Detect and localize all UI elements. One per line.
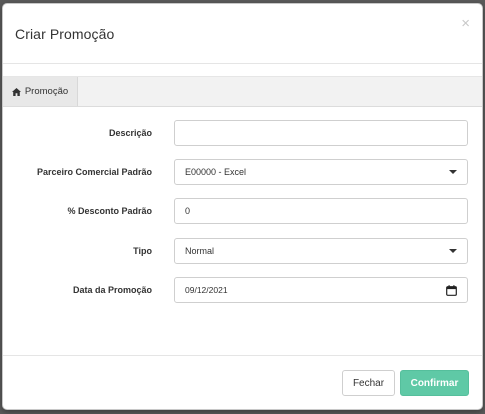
- tab-label: Promoção: [24, 86, 69, 97]
- descricao-input[interactable]: [174, 120, 468, 146]
- tipo-row: Tipo Normal: [3, 238, 482, 266]
- desconto-row: % Desconto Padrão: [3, 198, 482, 226]
- data-input[interactable]: 09/12/2021: [174, 277, 468, 303]
- caret-down-icon: [449, 249, 457, 253]
- confirm-button[interactable]: Confirmar: [400, 370, 469, 396]
- parceiro-row: Parceiro Comercial Padrão E00000 - Excel: [3, 159, 482, 187]
- modal-header: Criar Promoção ×: [3, 4, 482, 64]
- data-value: 09/12/2021: [185, 285, 228, 295]
- close-button[interactable]: Fechar: [342, 370, 395, 396]
- parceiro-value: E00000 - Excel: [185, 167, 247, 177]
- descricao-label: Descrição: [108, 128, 152, 138]
- data-label: Data da Promoção: [72, 285, 152, 295]
- create-promotion-modal: Criar Promoção × Promoção Descrição Parc…: [2, 3, 483, 410]
- data-row: Data da Promoção 09/12/2021: [3, 277, 482, 305]
- tipo-label: Tipo: [133, 246, 152, 256]
- tab-bar: Promoção: [3, 76, 482, 107]
- desconto-input[interactable]: [174, 198, 468, 224]
- tab-promocao[interactable]: Promoção: [3, 77, 78, 106]
- parceiro-label: Parceiro Comercial Padrão: [36, 167, 152, 177]
- calendar-icon[interactable]: [446, 284, 457, 296]
- descricao-row: Descrição: [3, 120, 482, 148]
- home-icon: [11, 87, 21, 96]
- close-icon[interactable]: ×: [461, 16, 470, 31]
- modal-title: Criar Promoção: [15, 26, 115, 42]
- tipo-select[interactable]: Normal: [174, 238, 468, 264]
- tipo-value: Normal: [185, 246, 215, 256]
- parceiro-select[interactable]: E00000 - Excel: [174, 159, 468, 185]
- modal-footer: Fechar Confirmar: [3, 355, 482, 409]
- desconto-label: % Desconto Padrão: [67, 206, 152, 216]
- caret-down-icon: [449, 170, 457, 174]
